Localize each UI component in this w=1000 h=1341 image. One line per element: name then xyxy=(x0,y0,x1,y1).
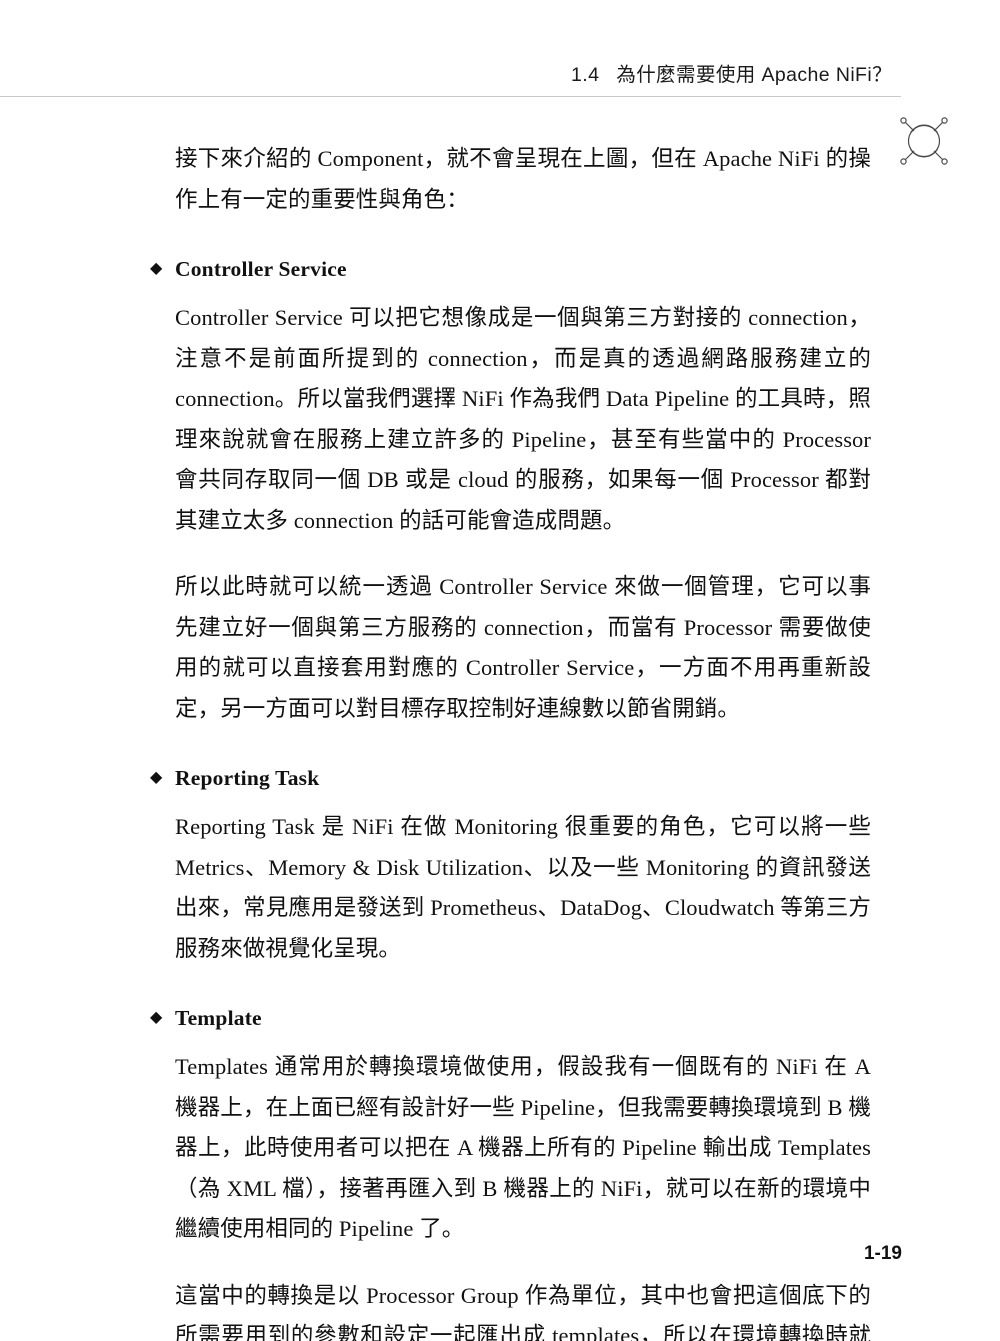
section-heading-label: Template xyxy=(175,1006,262,1030)
paragraph: 所以此時就可以統一透過 Controller Service 來做一個管理，它可… xyxy=(175,574,871,721)
paragraph: Reporting Task 是 NiFi 在做 Monitoring 很重要的… xyxy=(175,814,871,961)
intro-paragraph: 接下來介紹的 Component，就不會呈現在上圖，但在 Apache NiFi… xyxy=(175,146,871,212)
page-footer: 1-19 xyxy=(0,1243,1000,1273)
paragraph: 這當中的轉換是以 Processor Group 作為單位，其中也會把這個底下的… xyxy=(175,1282,871,1341)
page-header: 1.4 為什麼需要使用 Apache NiFi？ xyxy=(0,58,1000,165)
paragraph: Controller Service 可以把它想像成是一個與第三方對接的 con… xyxy=(175,305,871,533)
diamond-bullet-icon: ◆ xyxy=(150,260,163,277)
section-body-controller-service: Controller Service 可以把它想像成是一個與第三方對接的 con… xyxy=(175,298,871,729)
diamond-bullet-icon: ◆ xyxy=(150,769,163,786)
section-heading-label: Controller Service xyxy=(175,257,347,281)
diamond-bullet-icon: ◆ xyxy=(150,1009,163,1026)
page-body: 接下來介紹的 Component，就不會呈現在上圖，但在 Apache NiFi… xyxy=(150,139,871,1341)
section-heading-template: ◆ Template xyxy=(150,1003,871,1033)
section-body-template: Templates 通常用於轉換環境做使用，假設我有一個既有的 NiFi 在 A… xyxy=(175,1047,871,1341)
header-section-number: 1.4 xyxy=(571,64,600,86)
header-section-heading: 1.4 為什麼需要使用 Apache NiFi？ xyxy=(571,58,892,87)
header-divider-rule xyxy=(0,96,901,97)
section-reporting-task: ◆ Reporting Task Reporting Task 是 NiFi 在做… xyxy=(150,763,871,969)
section-heading-label: Reporting Task xyxy=(175,766,320,790)
page-number: 1-19 xyxy=(863,1243,902,1264)
section-heading-reporting-task: ◆ Reporting Task xyxy=(150,763,871,793)
section-body-reporting-task: Reporting Task 是 NiFi 在做 Monitoring 很重要的… xyxy=(175,807,871,969)
section-template: ◆ Template Templates 通常用於轉換環境做使用，假設我有一個既有… xyxy=(150,1003,871,1341)
nifi-network-circle-icon xyxy=(893,110,955,172)
section-controller-service: ◆ Controller Service Controller Service 可… xyxy=(150,254,871,729)
paragraph: Templates 通常用於轉換環境做使用，假設我有一個既有的 NiFi 在 A… xyxy=(175,1054,871,1241)
document-page: 1.4 為什麼需要使用 Apache NiFi？ 接下來介紹的 Component… xyxy=(0,0,1000,1341)
section-heading-controller-service: ◆ Controller Service xyxy=(150,254,871,284)
header-section-title: 為什麼需要使用 Apache NiFi？ xyxy=(616,64,892,86)
